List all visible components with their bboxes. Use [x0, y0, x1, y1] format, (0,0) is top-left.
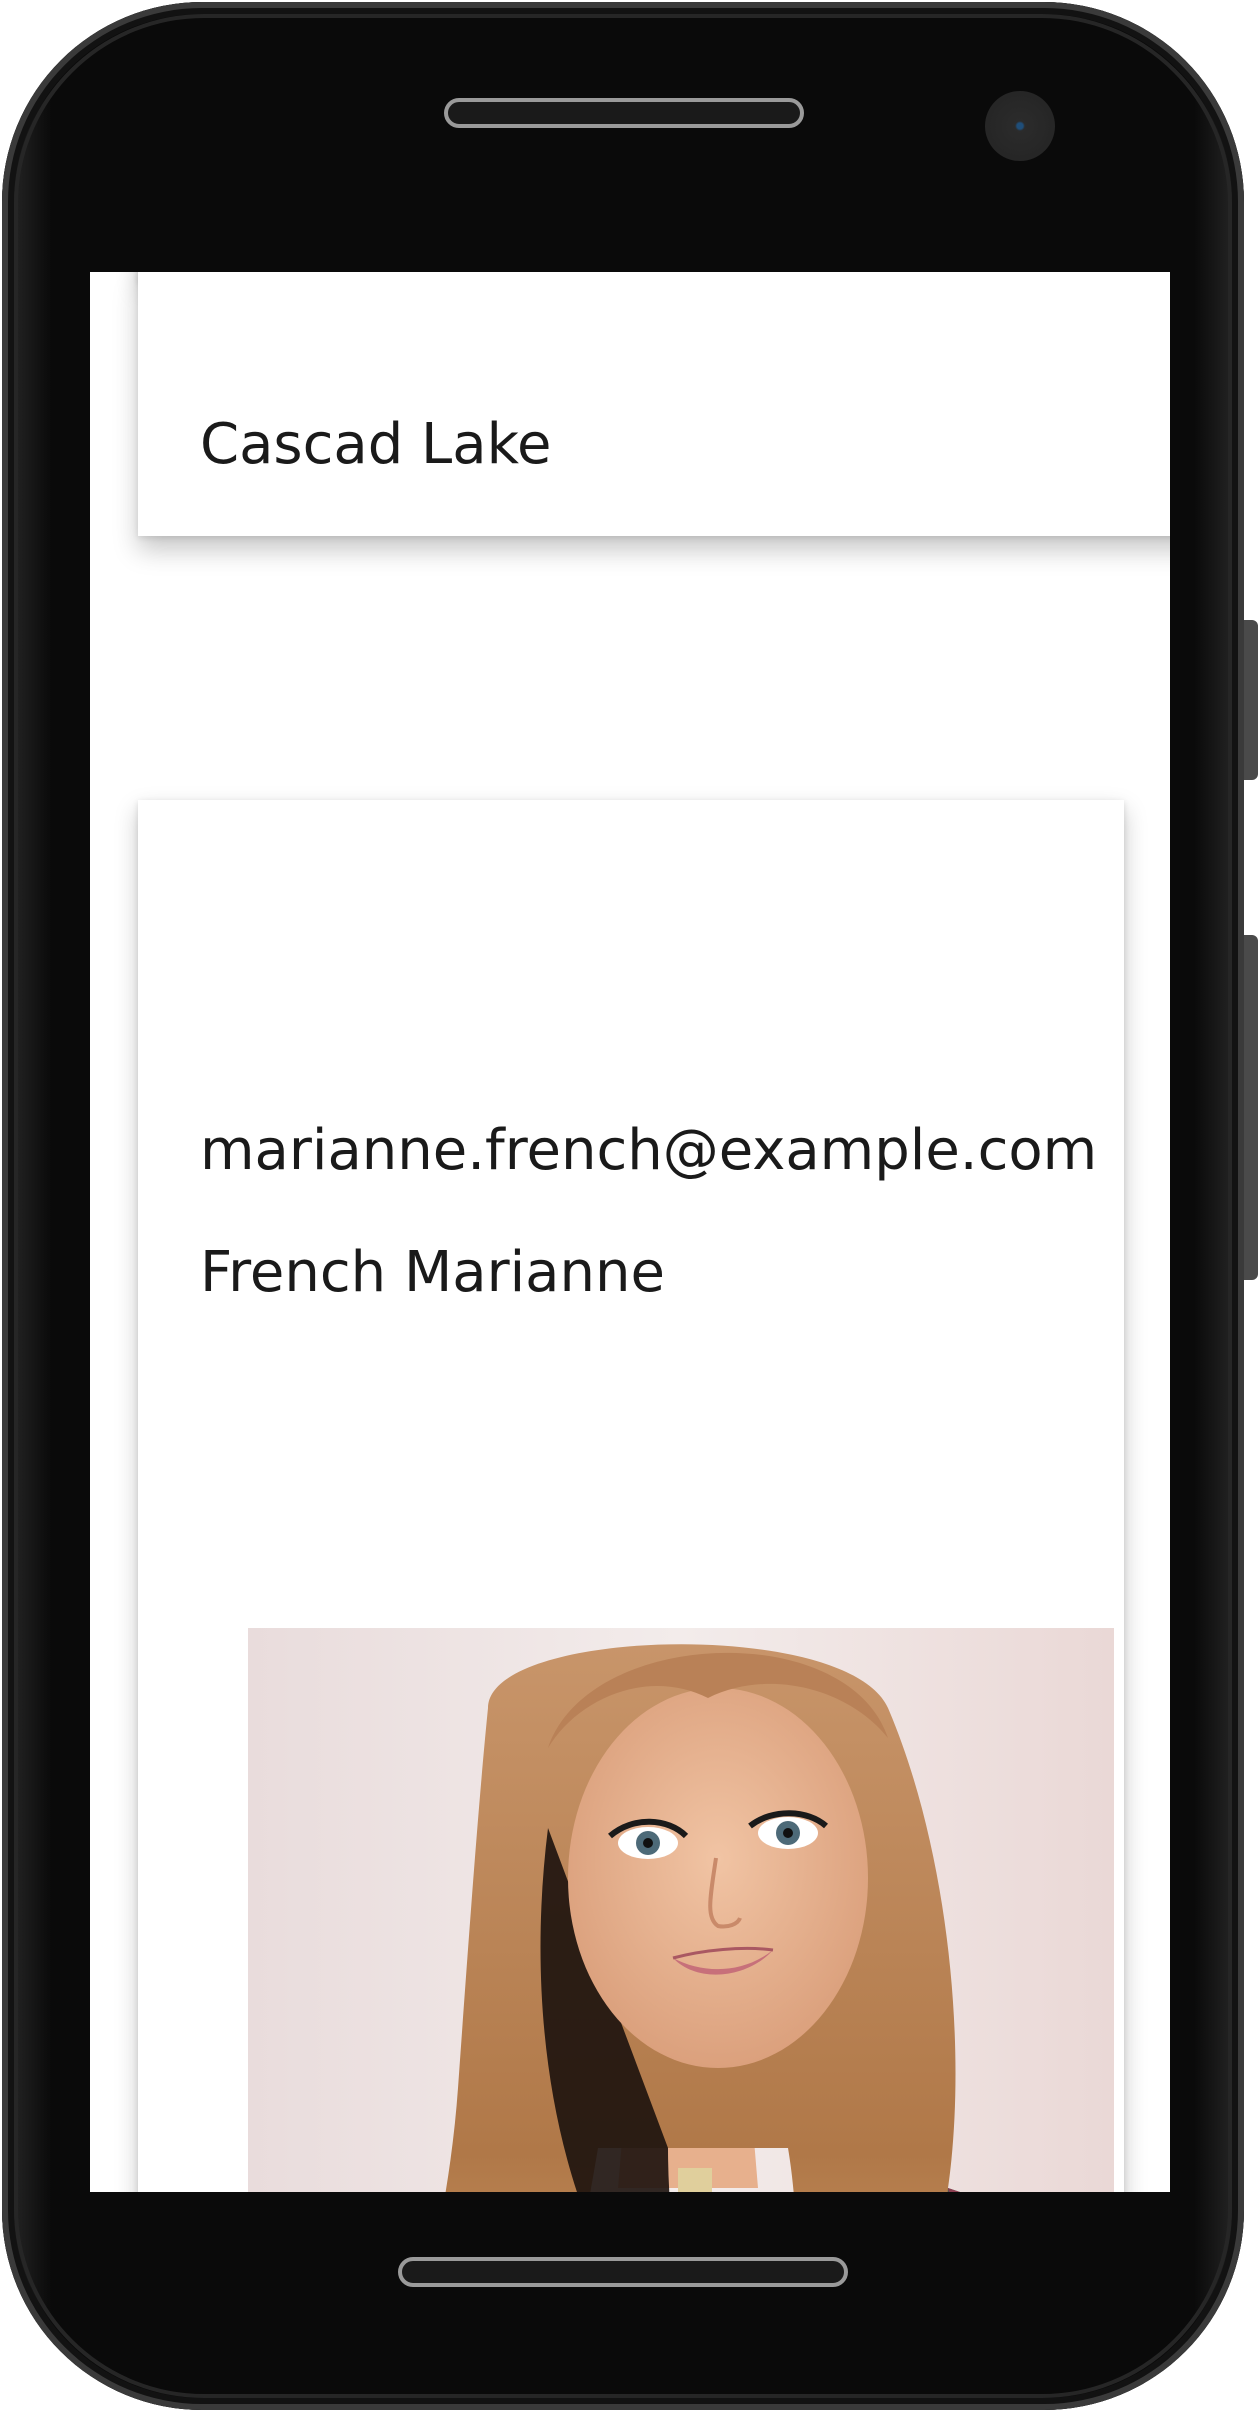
contact-card[interactable]: marianne.french@example.com French Maria… [138, 800, 1124, 2192]
place-title: Cascad Lake [200, 412, 552, 477]
contact-name: French Marianne [200, 1240, 665, 1305]
earpiece-speaker [444, 98, 804, 128]
volume-button[interactable] [1244, 620, 1258, 780]
power-button[interactable] [1244, 935, 1258, 1280]
place-card[interactable]: Cascad Lake [138, 272, 1170, 536]
front-camera-icon [985, 91, 1055, 161]
contact-photo [248, 1628, 1114, 2192]
bottom-speaker [398, 2257, 848, 2287]
contact-email: marianne.french@example.com [200, 1118, 1098, 1183]
device-frame: Cascad Lake marianne.french@example.com … [0, 0, 1260, 2415]
app-screen: Cascad Lake marianne.french@example.com … [90, 272, 1170, 2192]
